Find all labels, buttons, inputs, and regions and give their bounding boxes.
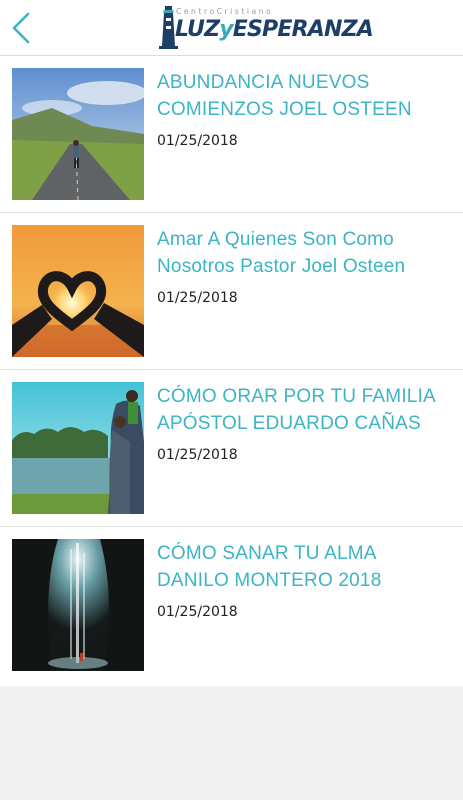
chevron-left-icon: [12, 12, 30, 44]
item-date: 01/25/2018: [157, 447, 238, 463]
item-date: 01/25/2018: [157, 604, 238, 620]
list-item[interactable]: Amar A Quienes Son Como Nosotros Pastor …: [0, 213, 463, 370]
logo-title: LUZyESPERANZA: [175, 17, 374, 42]
item-title: CÓMO ORAR POR TU FAMILIA APÓSTOL EDUARDO…: [157, 386, 435, 434]
list-item[interactable]: ABUNDANCIA NUEVOS COMIENZOS JOEL OSTEEN …: [0, 56, 463, 213]
logo: CentroCristiano LUZyESPERANZA: [156, 4, 374, 50]
item-date: 01/25/2018: [157, 290, 238, 306]
sermon-list: ABUNDANCIA NUEVOS COMIENZOS JOEL OSTEEN …: [0, 56, 463, 686]
list-item[interactable]: CÓMO SANAR TU ALMA DANILO MONTERO 2018 0…: [0, 527, 463, 686]
list-item[interactable]: CÓMO ORAR POR TU FAMILIA APÓSTOL EDUARDO…: [0, 370, 463, 527]
app-header: CentroCristiano LUZyESPERANZA: [0, 0, 463, 56]
logo-subtitle: CentroCristiano: [176, 7, 274, 16]
person-on-road-image: [12, 68, 144, 200]
item-date: 01/25/2018: [157, 133, 238, 149]
item-title: ABUNDANCIA NUEVOS COMIENZOS JOEL OSTEEN: [157, 72, 412, 120]
cave-waterfall-image: [12, 539, 144, 671]
item-title: Amar A Quienes Son Como Nosotros Pastor …: [157, 229, 406, 277]
item-title: CÓMO SANAR TU ALMA DANILO MONTERO 2018: [157, 543, 382, 591]
back-button[interactable]: [6, 10, 42, 46]
family-by-lake-image: [12, 382, 144, 514]
heart-hands-sunset-image: [12, 225, 144, 357]
